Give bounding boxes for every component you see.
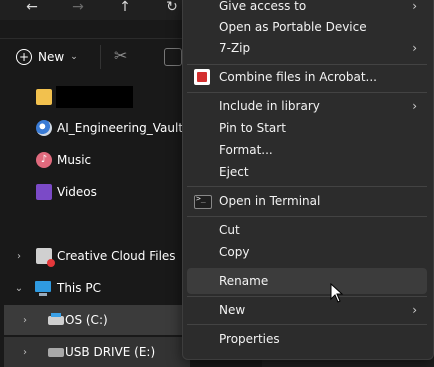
menu-item-label: Open as Portable Device [219,20,367,34]
context-menu: Give access to › Open as Portable Device… [182,0,434,360]
tree-item-label: Creative Cloud Files [57,249,176,263]
pc-stand [39,293,47,296]
music-icon: ♪ [36,152,52,168]
tree-item-label: AI_Engineering_Vault [57,121,184,135]
navigation-pane: AI_Engineering_Vault ♪ Music Videos › Cr… [0,74,190,367]
tree-item-label: Videos [57,185,97,199]
toolbar-divider [100,45,101,69]
new-button[interactable]: + New ⌄ [16,48,78,66]
back-arrow-icon[interactable]: ← [22,0,42,20]
tree-item-label: OS (C:) [65,313,108,327]
tree-item-label: Music [57,153,92,167]
chevron-down-icon: ⌄ [70,52,78,62]
tree-item-label: This PC [57,281,101,295]
menu-item-7zip[interactable]: 7-Zip › [187,35,427,61]
drive-windows-logo [51,313,61,317]
copy-icon[interactable] [164,48,182,66]
forward-arrow-icon[interactable]: → [68,0,88,20]
command-bar: + New ⌄ ✂ [0,38,190,73]
menu-item-label: Copy [219,245,250,259]
tree-item-os-drive[interactable]: › OS (C:) [4,305,190,335]
menu-item-label: Eject [219,165,249,179]
tree-item-creative-cloud[interactable]: › Creative Cloud Files [0,241,190,271]
videos-icon [36,184,52,200]
plus-icon: + [16,49,32,65]
cut-icon[interactable]: ✂ [114,47,132,65]
menu-item-label: Rename [219,274,269,288]
new-button-label: New [38,50,65,64]
usb-drive-icon [48,348,64,357]
tree-item-this-pc[interactable]: ⌄ This PC [0,273,190,303]
menu-item-eject[interactable]: Eject [187,159,427,185]
menu-item-rename[interactable]: Rename [187,268,427,294]
folder-icon [36,89,52,105]
menu-item-copy[interactable]: Copy [187,239,427,265]
chevron-down-icon[interactable]: ⌄ [13,283,25,294]
menu-separator [187,324,427,325]
tree-item-music[interactable]: ♪ Music [0,145,190,175]
menu-item-label: Pin to Start [219,121,286,135]
menu-item-label: 7-Zip [219,41,251,55]
redacted-label [56,86,133,108]
chevron-right-icon[interactable]: › [13,251,25,262]
menu-item-properties[interactable]: Properties [187,326,427,352]
chevron-right-icon: › [412,303,417,317]
tree-item-vault[interactable]: AI_Engineering_Vault [0,113,190,143]
vault-icon [36,120,52,136]
menu-item-label: Cut [219,223,240,237]
menu-item-label: Give access to [219,0,307,13]
menu-item-label: Combine files in Acrobat... [219,70,377,84]
menu-item-label: Format... [219,143,273,157]
menu-item-label: Properties [219,332,280,346]
drive-icon [48,316,64,325]
chevron-right-icon: › [412,99,417,113]
chevron-right-icon: › [412,0,417,13]
chevron-right-icon[interactable]: › [19,347,31,358]
creative-cloud-icon [36,248,55,267]
tree-item-videos[interactable]: Videos [0,177,190,207]
mouse-cursor-icon [330,283,344,303]
refresh-icon[interactable]: ↻ [162,0,182,20]
menu-item-new[interactable]: New › [187,297,427,323]
menu-item-open-terminal[interactable]: Open in Terminal [187,188,427,214]
chevron-right-icon[interactable]: › [19,315,31,326]
tree-item-usb-drive[interactable]: › USB DRIVE (E:) [4,337,190,367]
menu-item-label: New [219,303,246,317]
acrobat-icon [194,69,210,85]
tree-item-label: USB DRIVE (E:) [65,345,156,359]
menu-item-combine-acrobat[interactable]: Combine files in Acrobat... [187,64,427,90]
up-arrow-icon[interactable]: ↑ [115,0,135,20]
menu-item-label: Include in library [219,99,320,113]
pc-icon [35,281,51,292]
menu-item-label: Open in Terminal [219,194,321,208]
terminal-icon [194,194,212,209]
menu-separator [187,186,427,187]
chevron-right-icon: › [412,41,417,55]
